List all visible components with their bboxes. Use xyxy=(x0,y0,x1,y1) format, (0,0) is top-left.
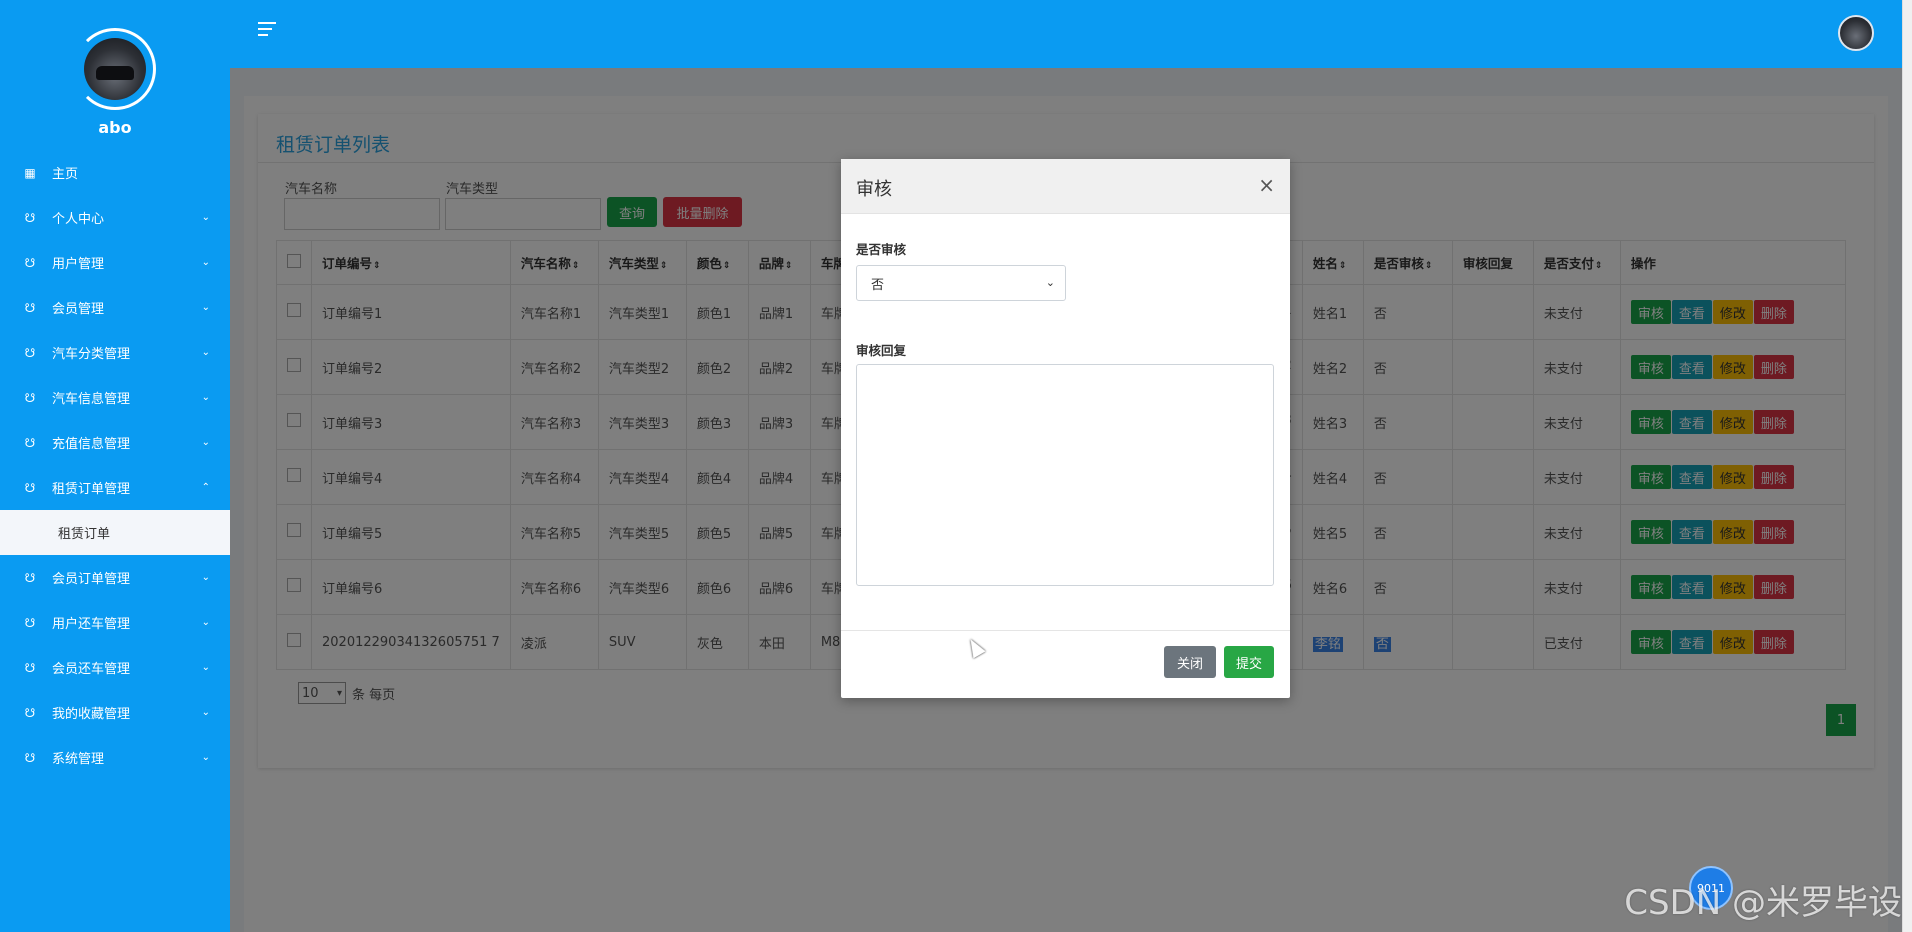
sidebar-item[interactable]: ☋ 用户还车管理 ⌄ xyxy=(0,600,230,645)
sidebar-item[interactable]: ☋ 会员还车管理 ⌄ xyxy=(0,645,230,690)
chevron-down-icon: ⌄ xyxy=(201,572,210,583)
sidebar-item-label: 租赁订单管理 xyxy=(52,482,131,497)
sidebar-avatar[interactable] xyxy=(74,28,156,110)
sidebar-item[interactable]: ☋ 会员管理 ⌄ xyxy=(0,285,230,330)
sidebar-menu: ▦ 主页 ☋ 个人中心 ⌄ ☋ 用户管理 ⌄ ☋ 会员管理 ⌄ ☋ 汽车分类管理 ⌄ ☋ 汽车信息管理 ⌄ ☋ 充值… xyxy=(0,150,230,780)
sidebar-item-label: 用户管理 xyxy=(52,257,105,272)
close-icon[interactable]: × xyxy=(1258,173,1275,197)
link-icon: ☋ xyxy=(24,660,36,675)
sidebar-item[interactable]: ☋ 用户管理 ⌄ xyxy=(0,240,230,285)
sidebar-item-label: 汽车信息管理 xyxy=(52,392,131,407)
sidebar-item[interactable]: ☋ 汽车分类管理 ⌄ xyxy=(0,330,230,375)
review-reply-textarea[interactable] xyxy=(856,364,1274,586)
chevron-down-icon: ⌄ xyxy=(201,302,210,313)
sidebar-item[interactable]: ☋ 汽车信息管理 ⌄ xyxy=(0,375,230,420)
review-status-value: 否 xyxy=(871,277,885,293)
sidebar-item[interactable]: ☋ 充值信息管理 ⌄ xyxy=(0,420,230,465)
sidebar: abo ▦ 主页 ☋ 个人中心 ⌄ ☋ 用户管理 ⌄ ☋ 会员管理 ⌄ ☋ 汽车分类管理 ⌄ ☋ 汽车信息管理… xyxy=(0,0,230,932)
chevron-down-icon: ⌄ xyxy=(201,752,210,763)
chevron-down-icon: ⌄ xyxy=(201,212,210,223)
dialog-footer-divider xyxy=(841,630,1290,631)
user-avatar[interactable] xyxy=(1838,15,1874,51)
link-icon: ☋ xyxy=(24,345,36,360)
chevron-down-icon: ⌄ xyxy=(1045,276,1055,289)
sidebar-item[interactable]: ▦ 主页 xyxy=(0,150,230,195)
sidebar-item-label: 会员管理 xyxy=(52,302,105,317)
link-icon: ☋ xyxy=(24,570,36,585)
chevron-up-icon: ⌃ xyxy=(201,482,210,493)
sidebar-item[interactable]: ☋ 租赁订单管理 ⌃ xyxy=(0,465,230,510)
close-button[interactable]: 关闭 xyxy=(1164,646,1216,678)
watermark: CSDN @米罗毕设 xyxy=(1624,883,1902,923)
link-icon: ☋ xyxy=(24,210,36,225)
dialog-title: 审核 xyxy=(856,179,892,200)
link-icon: ☋ xyxy=(24,615,36,630)
sidebar-item[interactable]: ☋ 会员订单管理 ⌄ xyxy=(0,555,230,600)
sidebar-item-label: 系统管理 xyxy=(52,752,105,767)
chevron-down-icon: ⌄ xyxy=(201,707,210,718)
sidebar-username: abo xyxy=(98,118,132,137)
chevron-down-icon: ⌄ xyxy=(201,662,210,673)
review-status-select[interactable]: 否 ⌄ xyxy=(856,265,1066,301)
submit-button[interactable]: 提交 xyxy=(1224,646,1274,678)
link-icon: ☋ xyxy=(24,750,36,765)
chevron-down-icon: ⌄ xyxy=(201,392,210,403)
menu-toggle-icon[interactable] xyxy=(258,22,278,40)
sidebar-item[interactable]: ☋ 我的收藏管理 ⌄ xyxy=(0,690,230,735)
link-icon: ☋ xyxy=(24,480,36,495)
sidebar-item-label: 主页 xyxy=(52,167,79,182)
sidebar-item-label: 用户还车管理 xyxy=(52,617,131,632)
chevron-down-icon: ⌄ xyxy=(201,437,210,448)
review-status-label: 是否审核 xyxy=(856,242,907,257)
link-icon: ☋ xyxy=(24,705,36,720)
chevron-down-icon: ⌄ xyxy=(201,347,210,358)
link-icon: ☋ xyxy=(24,255,36,270)
review-reply-label: 审核回复 xyxy=(856,343,907,358)
dashboard-icon: ▦ xyxy=(24,165,36,180)
link-icon: ☋ xyxy=(24,300,36,315)
vertical-scrollbar[interactable] xyxy=(1902,0,1912,932)
dialog-header: 审核 × xyxy=(841,159,1290,214)
link-icon: ☋ xyxy=(24,435,36,450)
sidebar-item[interactable]: ☋ 系统管理 ⌄ xyxy=(0,735,230,780)
sidebar-item[interactable]: ☋ 个人中心 ⌄ xyxy=(0,195,230,240)
chevron-down-icon: ⌄ xyxy=(201,617,210,628)
sidebar-item-label: 个人中心 xyxy=(52,212,105,227)
review-dialog: 审核 × 是否审核 否 ⌄ 审核回复 关闭 提交 xyxy=(841,159,1290,698)
sidebar-item-label: 充值信息管理 xyxy=(52,437,131,452)
sidebar-item-label: 会员订单管理 xyxy=(52,572,131,587)
sidebar-item-label: 汽车分类管理 xyxy=(52,347,131,362)
sidebar-item-label: 会员还车管理 xyxy=(52,662,131,677)
sidebar-item-label: 我的收藏管理 xyxy=(52,707,131,722)
sidebar-subitem-rental-orders[interactable]: 租赁订单 xyxy=(0,510,230,555)
chevron-down-icon: ⌄ xyxy=(201,257,210,268)
top-bar xyxy=(230,0,1902,68)
avatar-image xyxy=(84,38,146,100)
link-icon: ☋ xyxy=(24,390,36,405)
